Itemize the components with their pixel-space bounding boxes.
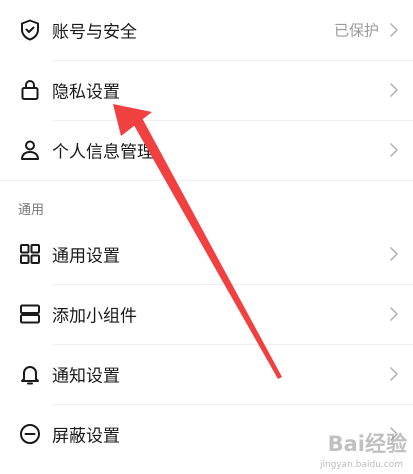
settings-item-label: 通知设置 xyxy=(52,366,120,387)
chevron-right-icon xyxy=(389,366,399,382)
watermark-url: jingyan.baidu.com xyxy=(319,460,403,470)
watermark-logo: Bai经验 xyxy=(327,432,407,456)
grid-icon xyxy=(18,242,42,266)
chevron-right-icon xyxy=(389,82,399,98)
chevron-right-icon xyxy=(389,246,399,262)
bell-icon xyxy=(18,362,42,386)
settings-item-general[interactable]: 通用设置 xyxy=(0,224,413,284)
settings-item-label: 个人信息管理 xyxy=(52,142,154,163)
settings-item-label: 屏蔽设置 xyxy=(52,426,120,447)
chevron-right-icon xyxy=(389,142,399,158)
block-icon xyxy=(18,422,42,446)
person-icon xyxy=(18,138,42,162)
shield-check-icon xyxy=(18,18,42,42)
settings-item-label: 添加小组件 xyxy=(52,306,137,327)
settings-item-label: 隐私设置 xyxy=(52,82,120,103)
settings-item-label: 账号与安全 xyxy=(52,22,137,43)
settings-item-privacy[interactable]: 隐私设置 xyxy=(0,60,413,120)
section-title-general: 通用 xyxy=(18,203,45,218)
chevron-right-icon xyxy=(389,306,399,322)
section-divider xyxy=(0,180,413,181)
lock-icon xyxy=(18,78,42,102)
settings-item-add-widget[interactable]: 添加小组件 xyxy=(0,284,413,344)
status-value: 已保护 xyxy=(333,21,379,40)
settings-item-label: 通用设置 xyxy=(52,246,120,267)
settings-item-notification[interactable]: 通知设置 xyxy=(0,344,413,404)
chevron-right-icon xyxy=(389,22,399,38)
settings-item-personal-info[interactable]: 个人信息管理 xyxy=(0,120,413,180)
widget-icon xyxy=(18,302,42,326)
settings-item-account-security[interactable]: 账号与安全 已保护 xyxy=(0,0,413,60)
